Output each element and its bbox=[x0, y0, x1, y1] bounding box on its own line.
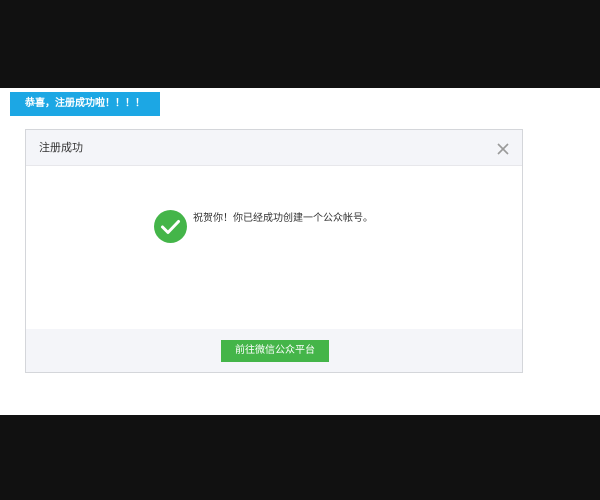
page-canvas: 恭喜，注册成功啦！！！！ 注册成功 祝贺你！你已经成功创建一个公众帐号。 前往微… bbox=[0, 88, 600, 415]
success-toast: 恭喜，注册成功啦！！！！ bbox=[10, 92, 160, 116]
toast-text: 恭喜，注册成功啦！！！！ bbox=[25, 98, 145, 109]
check-circle-icon bbox=[154, 210, 187, 243]
registration-success-dialog: 注册成功 祝贺你！你已经成功创建一个公众帐号。 前往微信公众平台 bbox=[25, 129, 523, 373]
dialog-body: 祝贺你！你已经成功创建一个公众帐号。 bbox=[26, 166, 522, 330]
go-to-wechat-platform-button[interactable]: 前往微信公众平台 bbox=[221, 340, 329, 362]
dialog-footer: 前往微信公众平台 bbox=[26, 329, 522, 372]
dialog-header: 注册成功 bbox=[26, 130, 522, 166]
dialog-title: 注册成功 bbox=[39, 141, 83, 154]
close-icon[interactable] bbox=[496, 141, 510, 155]
success-message: 祝贺你！你已经成功创建一个公众帐号。 bbox=[193, 213, 373, 224]
